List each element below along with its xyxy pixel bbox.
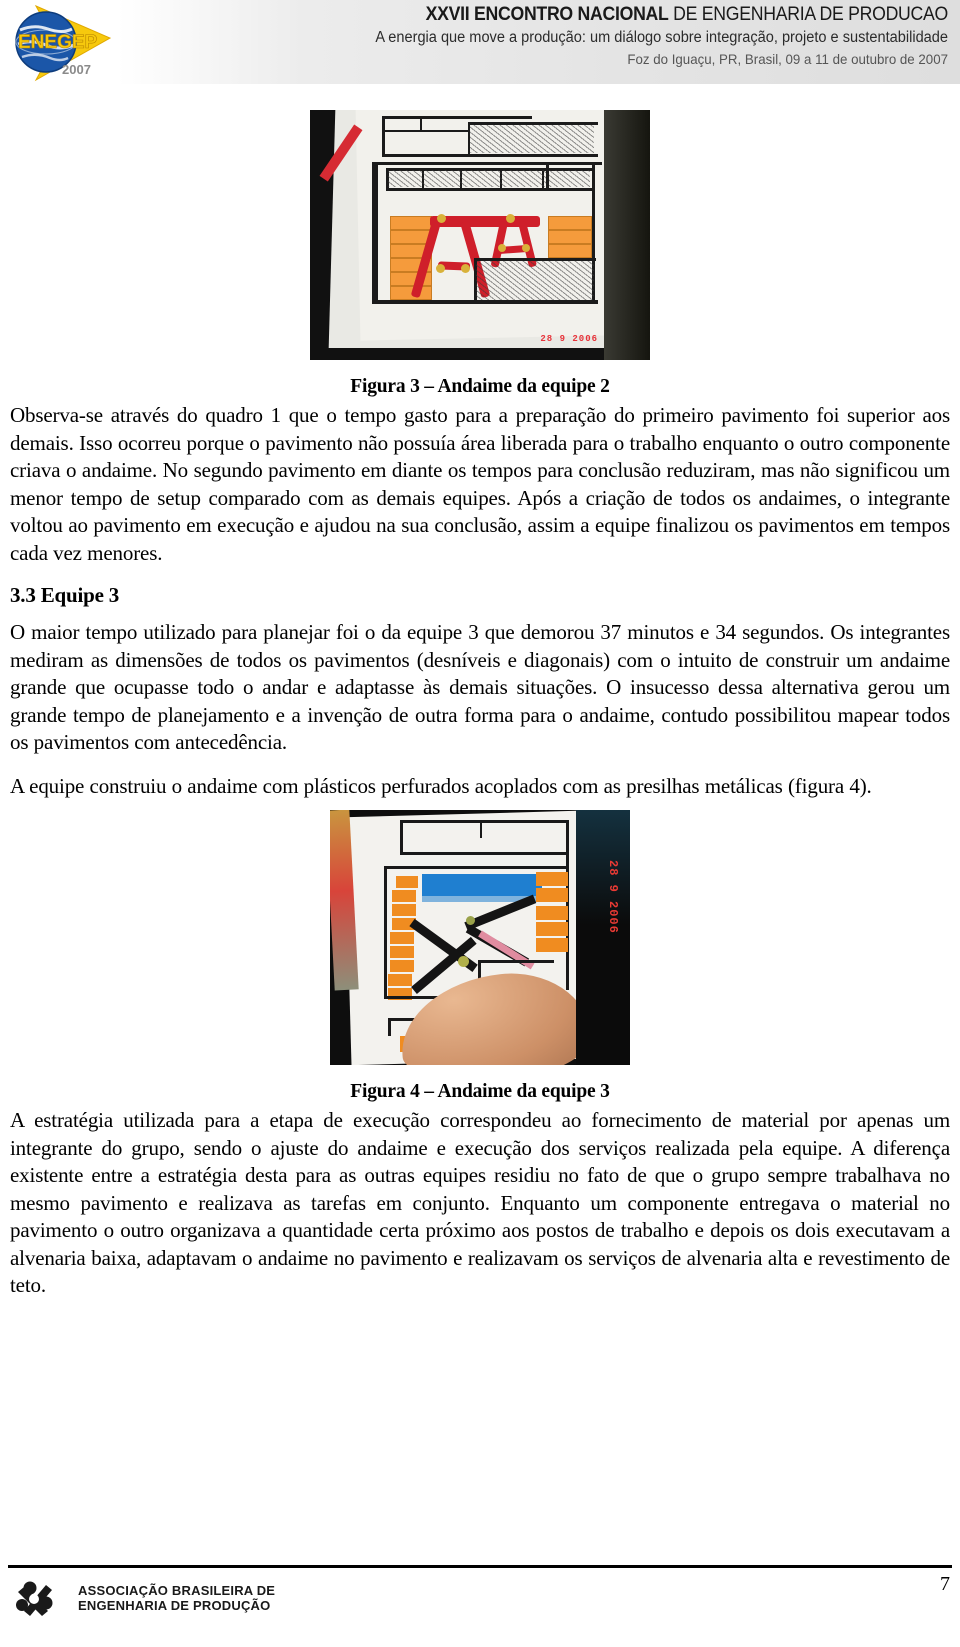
figure-4-caption: Figura 4 – Andaime da equipe 3 xyxy=(350,1081,610,1102)
paragraph-equipe3-strategy: A estratégia utilizada para a etapa de e… xyxy=(10,1108,950,1297)
figure-3-block: 28 9 2006 Figura 3 – Andaime da equipe 2 xyxy=(10,110,950,398)
enegep-wordmark: ENEGEP xyxy=(18,32,98,53)
enegep-year: 2007 xyxy=(62,62,91,77)
figure-3-photo: 28 9 2006 xyxy=(310,110,650,360)
page-content: 28 9 2006 Figura 3 – Andaime da equipe 2… xyxy=(10,110,950,1316)
paragraph-equipe3-planning: O maior tempo utilizado para planejar fo… xyxy=(10,620,950,754)
conference-subtitle: A energia que move a produção: um diálog… xyxy=(375,29,948,46)
abepro-name: ASSOCIAÇÃO BRASILEIRA DE ENGENHARIA DE P… xyxy=(78,1583,275,1613)
page-number: 7 xyxy=(940,1573,950,1595)
abepro-icon xyxy=(16,1581,53,1616)
conference-title: XXVII ENCONTRO NACIONAL DE ENGENHARIA DE… xyxy=(176,3,949,27)
page-header: ENEGEP 2007 XXVII ENCONTRO NACIONAL DE E… xyxy=(0,0,960,88)
conference-title-rest: DE ENGENHARIA DE PRODUCAO xyxy=(668,4,948,25)
conference-title-bold: XXVII ENCONTRO NACIONAL xyxy=(425,4,669,25)
abepro-logo-block: ASSOCIAÇÃO BRASILEIRA DE ENGENHARIA DE P… xyxy=(16,1579,275,1617)
figure-4-date-stamp: 28 9 2006 xyxy=(606,860,620,934)
figure-3-date-stamp: 28 9 2006 xyxy=(540,334,598,344)
figure-4-photo: 28 9 2006 xyxy=(330,810,630,1065)
section-heading-3-3: 3.3 Equipe 3 xyxy=(10,583,120,607)
page-footer: ASSOCIAÇÃO BRASILEIRA DE ENGENHARIA DE P… xyxy=(8,1565,952,1637)
header-title-block: XXVII ENCONTRO NACIONAL DE ENGENHARIA DE… xyxy=(118,3,948,70)
paragraph-equipe2-analysis: Observa-se através do quadro 1 que o tem… xyxy=(10,403,950,565)
conference-location: Foz do Iguaçu, PR, Brasil, 09 a 11 de ou… xyxy=(627,51,948,67)
abepro-line-1: ASSOCIAÇÃO BRASILEIRA DE xyxy=(78,1583,276,1598)
figure-3-caption: Figura 3 – Andaime da equipe 2 xyxy=(350,376,610,397)
paragraph-equipe3-andaime: A equipe construiu o andaime com plástic… xyxy=(10,773,872,798)
enegep-logo: ENEGEP 2007 xyxy=(6,2,118,84)
footer-divider xyxy=(8,1565,952,1568)
abepro-line-2: ENGENHARIA DE PRODUÇÃO xyxy=(78,1598,271,1613)
figure-4-block: 28 9 2006 Figura 4 – Andaime da equipe 3 xyxy=(10,810,950,1103)
